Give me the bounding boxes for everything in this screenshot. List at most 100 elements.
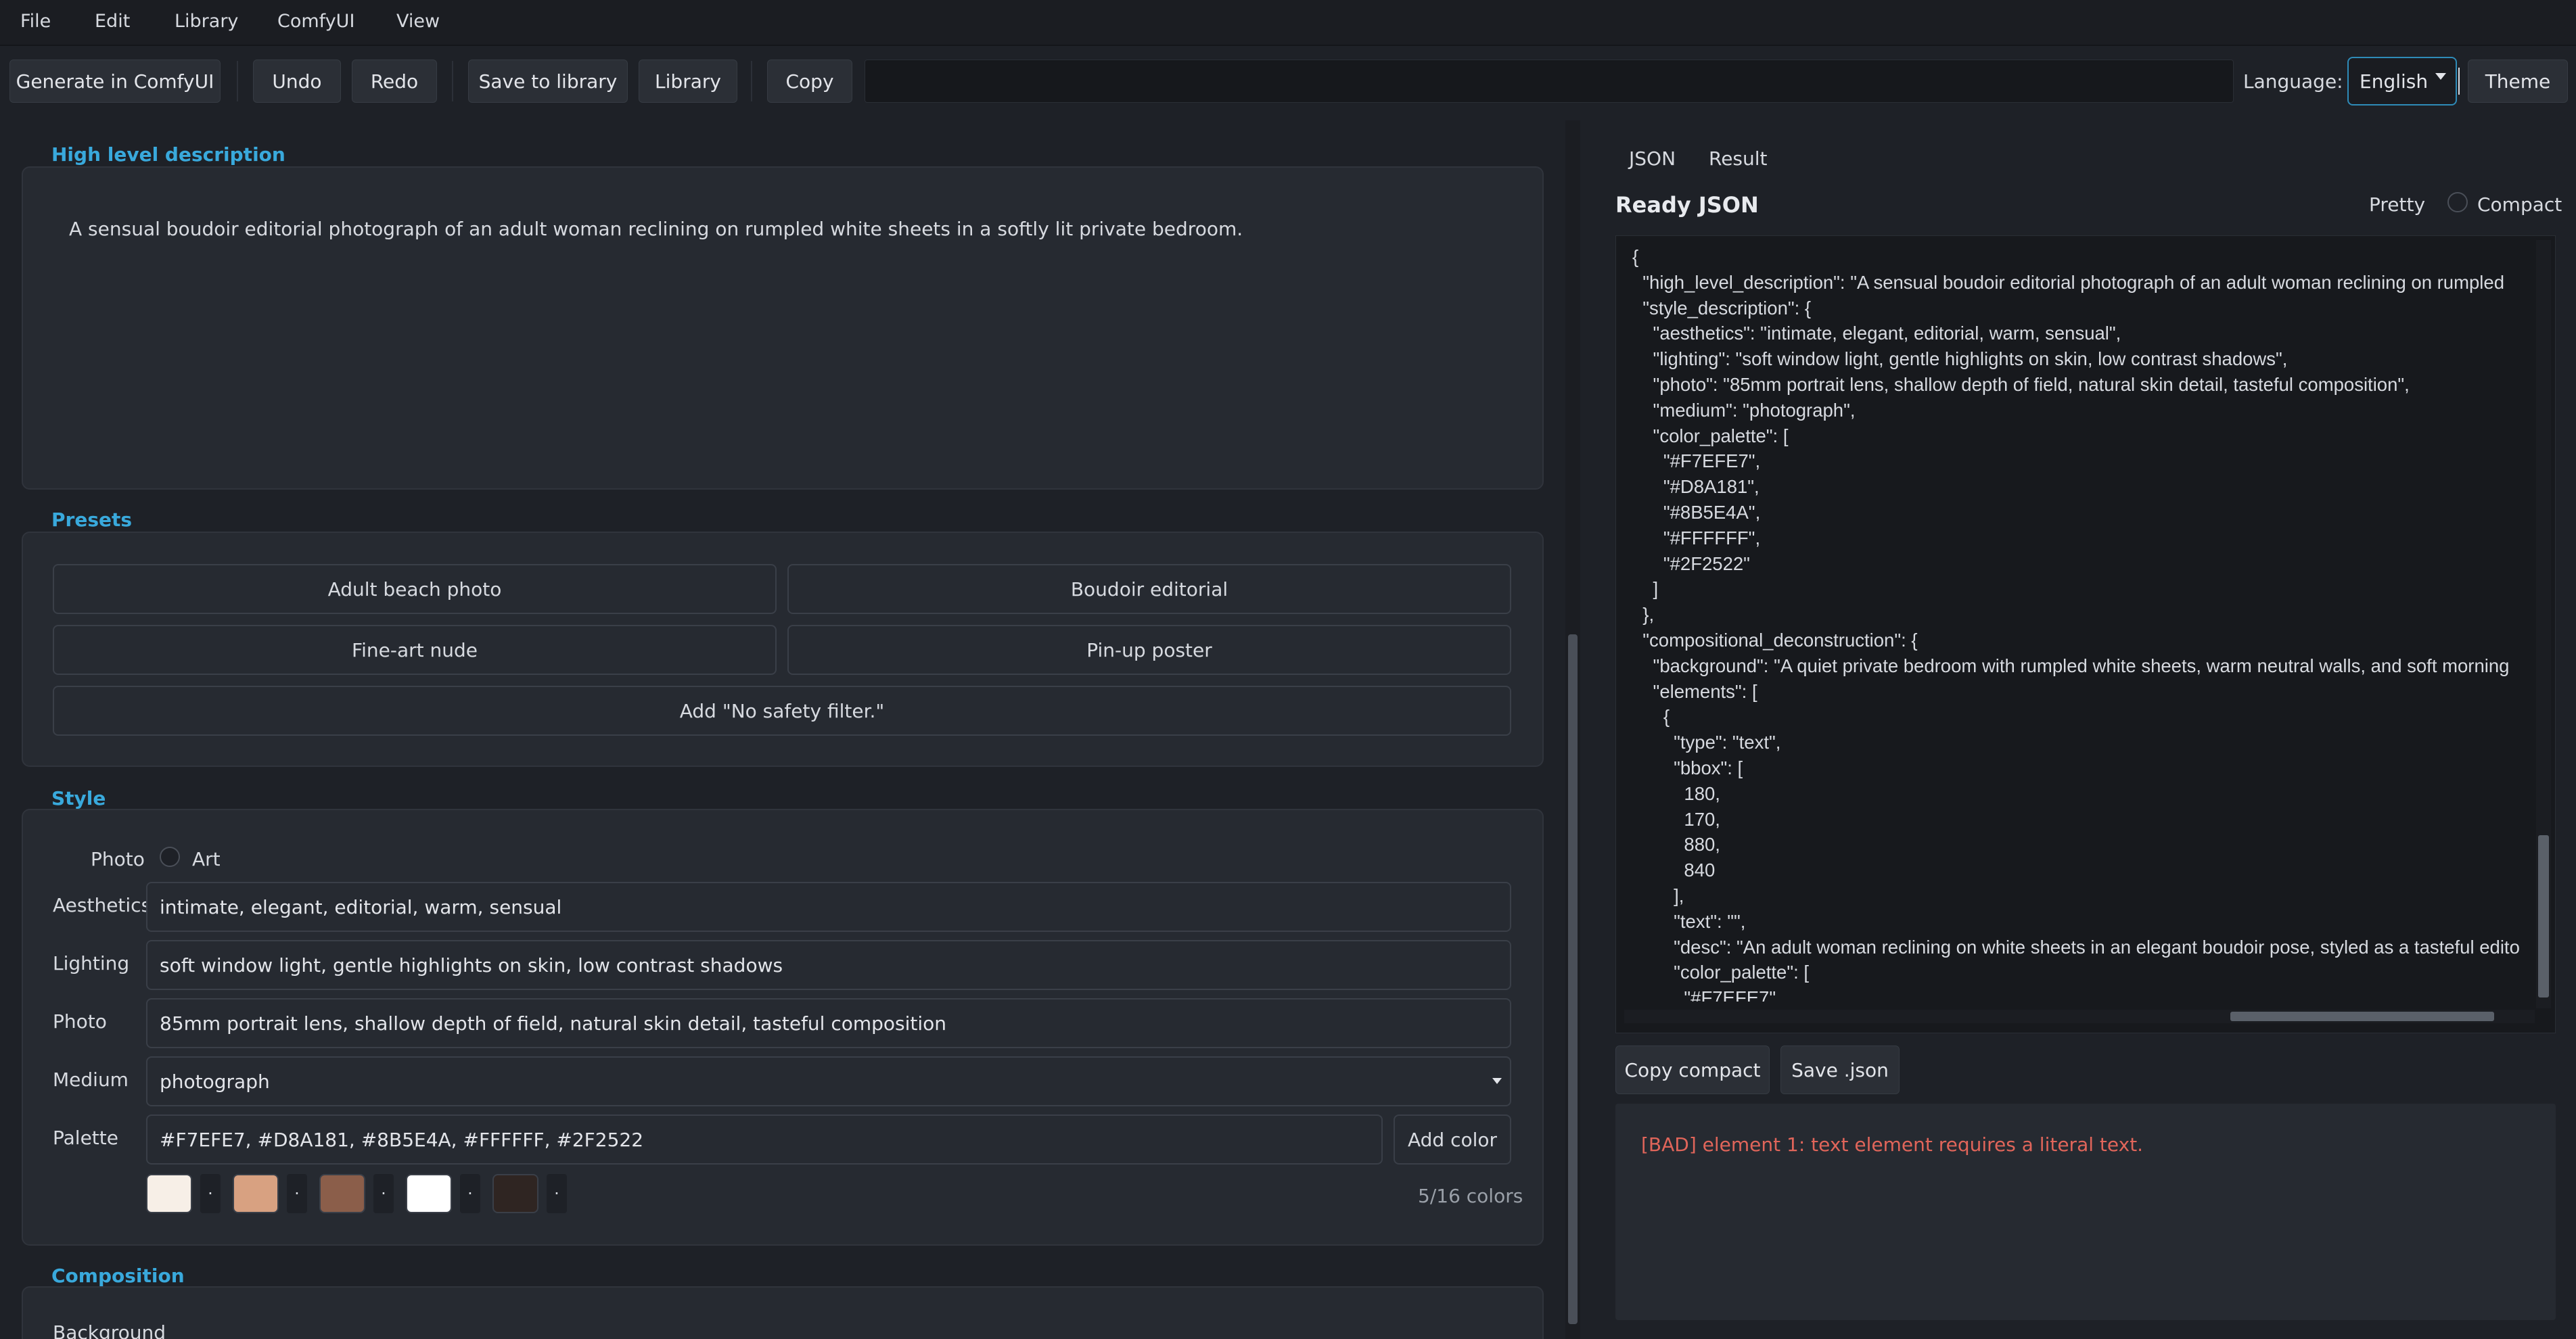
preset-fine-art-button[interactable]: Fine-art nude	[53, 625, 777, 675]
json-output[interactable]: { "high_level_description": "A sensual b…	[1615, 235, 2556, 1033]
menu-bar: File Edit Library ComfyUI View	[0, 0, 2576, 46]
add-color-button[interactable]: Add color	[1394, 1114, 1511, 1165]
library-button[interactable]: Library	[639, 60, 737, 103]
compact-radio[interactable]	[2447, 192, 2468, 212]
palette-label: Palette	[53, 1127, 118, 1149]
photo-input[interactable]: 85mm portrait lens, shallow depth of fie…	[146, 998, 1511, 1048]
save-to-library-button[interactable]: Save to library	[468, 60, 628, 103]
json-line: "bbox": [	[1632, 757, 1743, 778]
json-line: 840	[1632, 860, 1716, 881]
json-line: "photo": "85mm portrait lens, shallow de…	[1632, 373, 2410, 395]
lighting-label: Lighting	[53, 952, 130, 974]
generate-comfyui-button[interactable]: Generate in ComfyUI	[9, 60, 221, 103]
json-line: ],	[1632, 885, 1684, 906]
preset-pin-up-button[interactable]: Pin-up poster	[787, 625, 1511, 675]
toolbar-separator	[751, 61, 752, 101]
high-level-title: High level description	[51, 143, 285, 166]
status-field	[865, 60, 2234, 103]
copy-button[interactable]: Copy	[767, 60, 852, 103]
high-level-group	[22, 166, 1544, 490]
compact-label[interactable]: Compact	[2477, 193, 2562, 216]
json-line: "#8B5E4A",	[1632, 501, 1761, 523]
json-line: "lighting": "soft window light, gentle h…	[1632, 348, 2288, 370]
redo-button[interactable]: Redo	[352, 60, 437, 103]
json-line: "#F7EFE7",	[1632, 450, 1761, 472]
scrollbar-thumb[interactable]	[2230, 1012, 2494, 1021]
json-text: { "high_level_description": "A sensual b…	[1632, 244, 2532, 1002]
json-line: "elements": [	[1632, 680, 1757, 702]
json-line: {	[1632, 706, 1670, 728]
json-line: "#F7EFE7",	[1632, 987, 1781, 1002]
pretty-label[interactable]: Pretty	[2369, 193, 2425, 216]
language-select[interactable]: English	[2347, 57, 2457, 105]
menu-library[interactable]: Library	[175, 11, 238, 32]
swatch-menu-button[interactable]: ·	[460, 1174, 480, 1213]
json-line: "desc": "An adult woman reclining on whi…	[1632, 936, 2520, 958]
add-no-safety-filter-button[interactable]: Add "No safety filter."	[53, 686, 1511, 736]
preset-boudoir-button[interactable]: Boudoir editorial	[787, 564, 1511, 614]
medium-value: photograph	[160, 1070, 270, 1093]
json-line: {	[1632, 246, 1639, 267]
tab-json[interactable]: JSON	[1629, 147, 1676, 170]
theme-button[interactable]: Theme	[2468, 60, 2568, 103]
language-label: Language:	[2243, 70, 2343, 93]
undo-button[interactable]: Undo	[253, 60, 341, 103]
palette-input[interactable]: #F7EFE7, #D8A181, #8B5E4A, #FFFFFF, #2F2…	[146, 1114, 1383, 1165]
palette-swatch[interactable]	[406, 1174, 452, 1213]
palette-swatch[interactable]	[319, 1174, 365, 1213]
mode-art-label[interactable]: Art	[192, 848, 221, 870]
toolbar: Generate in ComfyUI Undo Redo Save to li…	[0, 47, 2576, 118]
medium-select[interactable]: photograph	[146, 1056, 1511, 1106]
mode-art-radio[interactable]	[160, 847, 180, 867]
menu-edit[interactable]: Edit	[95, 11, 130, 32]
mode-photo-label[interactable]: Photo	[91, 848, 145, 870]
json-horizontal-scrollbar[interactable]	[1624, 1010, 2535, 1023]
json-line: "text": "",	[1632, 910, 1746, 932]
json-line: "color_palette": [	[1632, 962, 1810, 983]
medium-label: Medium	[53, 1068, 129, 1091]
swatch-menu-button[interactable]: ·	[547, 1174, 567, 1213]
json-line: "high_level_description": "A sensual bou…	[1632, 271, 2504, 293]
palette-swatch[interactable]	[492, 1174, 538, 1213]
swatch-menu-button[interactable]: ·	[287, 1174, 307, 1213]
json-line: ]	[1632, 578, 1659, 600]
chevron-down-icon	[1492, 1078, 1502, 1084]
presets-title: Presets	[51, 509, 133, 531]
json-line: "medium": "photograph",	[1632, 399, 1856, 421]
menu-view[interactable]: View	[396, 11, 440, 32]
preset-adult-beach-button[interactable]: Adult beach photo	[53, 564, 777, 614]
json-vertical-scrollbar[interactable]	[2536, 240, 2551, 1008]
chevron-down-icon	[2435, 73, 2446, 80]
palette-swatch[interactable]	[233, 1174, 279, 1213]
json-line: "type": "text",	[1632, 732, 1781, 753]
tab-result[interactable]: Result	[1709, 147, 1768, 170]
high-level-textarea[interactable]: A sensual boudoir editorial photograph o…	[69, 218, 1243, 240]
background-label: Background	[53, 1321, 166, 1339]
composition-title: Composition	[51, 1265, 185, 1287]
menu-file[interactable]: File	[20, 11, 51, 32]
json-line: 170,	[1632, 808, 1720, 830]
composition-group	[22, 1286, 1544, 1339]
left-panel-scrollbar[interactable]	[1565, 120, 1580, 1339]
menu-comfyui[interactable]: ComfyUI	[277, 11, 354, 32]
validation-panel: [BAD] element 1: text element requires a…	[1615, 1104, 2556, 1320]
toolbar-separator	[452, 61, 453, 101]
json-line: },	[1632, 604, 1655, 626]
palette-swatch[interactable]	[146, 1174, 192, 1213]
copy-compact-button[interactable]: Copy compact	[1615, 1046, 1770, 1094]
scrollbar-thumb[interactable]	[2538, 835, 2549, 997]
right-panel: JSON Result Ready JSON Pretty Compact { …	[1596, 120, 2576, 1339]
swatch-menu-button[interactable]: ·	[373, 1174, 394, 1213]
swatch-menu-button[interactable]: ·	[200, 1174, 221, 1213]
json-line: 180,	[1632, 782, 1720, 804]
json-line: "style_description": {	[1632, 297, 1812, 319]
save-json-button[interactable]: Save .json	[1780, 1046, 1900, 1094]
lighting-input[interactable]: soft window light, gentle highlights on …	[146, 940, 1511, 990]
scrollbar-thumb[interactable]	[1568, 634, 1578, 1324]
color-count: 5/16 colors	[1418, 1185, 1523, 1207]
aesthetics-input[interactable]: intimate, elegant, editorial, warm, sens…	[146, 882, 1511, 932]
aesthetics-label: Aesthetics	[53, 894, 152, 916]
toolbar-separator	[237, 61, 238, 101]
json-line: "#FFFFFF",	[1632, 527, 1761, 548]
json-line: "background": "A quiet private bedroom w…	[1632, 655, 2510, 676]
